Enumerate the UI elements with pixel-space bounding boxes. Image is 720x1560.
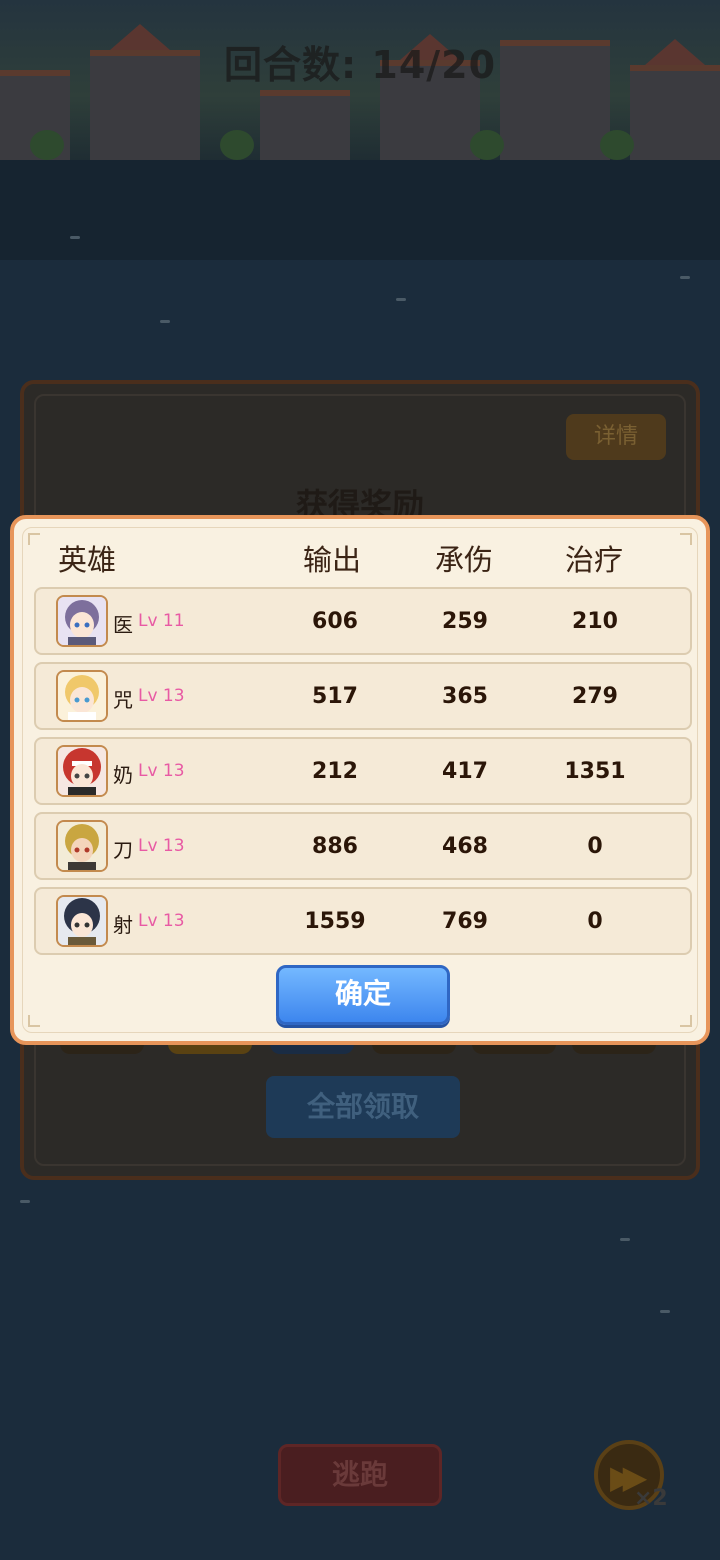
hero-level: Lv 13 xyxy=(138,761,185,781)
hero-healing: 279 xyxy=(572,684,618,709)
hero-avatar xyxy=(56,745,108,797)
hero-avatar xyxy=(56,595,108,647)
hero-damage: 606 xyxy=(312,609,358,634)
hero-level: Lv 13 xyxy=(138,911,185,931)
hero-healing: 0 xyxy=(587,834,603,859)
header-damage: 输出 xyxy=(303,543,362,577)
battle-stats-dialog: 英雄 输出 承伤 治疗 医 Lv 11 606 259 210 咒 Lv 13 … xyxy=(10,515,710,1045)
hero-damage: 886 xyxy=(312,834,358,859)
hero-avatar xyxy=(56,895,108,947)
hero-level: Lv 13 xyxy=(138,686,185,706)
hero-damage-taken: 769 xyxy=(442,909,488,934)
hero-damage: 212 xyxy=(312,759,358,784)
hero-stat-row: 医 Lv 11 606 259 210 xyxy=(34,587,692,655)
hero-name: 医 xyxy=(113,613,133,637)
speed-multiplier-label: ×2 xyxy=(634,1486,668,1511)
ground-shadow xyxy=(0,160,720,260)
hero-damage-taken: 417 xyxy=(442,759,488,784)
claim-all-button[interactable]: 全部领取 xyxy=(266,1076,460,1138)
details-button[interactable]: 详情 xyxy=(566,414,666,460)
hero-damage: 1559 xyxy=(304,909,366,934)
hero-healing: 1351 xyxy=(564,759,626,784)
hero-damage-taken: 468 xyxy=(442,834,488,859)
fast-forward-icon: ▶▶ xyxy=(610,1458,647,1496)
hero-stat-row: 咒 Lv 13 517 365 279 xyxy=(34,662,692,730)
hero-healing: 210 xyxy=(572,609,618,634)
hero-name: 奶 xyxy=(113,763,133,787)
round-counter: 回合数: 14/20 xyxy=(223,43,497,87)
header-healing: 治疗 xyxy=(565,543,624,577)
flee-button[interactable]: 逃跑 xyxy=(278,1444,442,1506)
hero-damage-taken: 259 xyxy=(442,609,488,634)
hero-name: 刀 xyxy=(113,838,133,862)
hero-level: Lv 11 xyxy=(138,611,185,631)
hero-stat-row: 奶 Lv 13 212 417 1351 xyxy=(34,737,692,805)
hero-damage-taken: 365 xyxy=(442,684,488,709)
hero-name: 咒 xyxy=(113,688,133,712)
hero-stat-row: 射 Lv 13 1559 769 0 xyxy=(34,887,692,955)
hero-name: 射 xyxy=(113,913,133,937)
hero-avatar xyxy=(56,820,108,872)
hero-healing: 0 xyxy=(587,909,603,934)
hero-damage: 517 xyxy=(312,684,358,709)
confirm-button[interactable]: 确定 xyxy=(276,965,450,1025)
header-hero: 英雄 xyxy=(58,543,117,577)
header-damage-taken: 承伤 xyxy=(435,543,494,577)
hero-avatar xyxy=(56,670,108,722)
hero-level: Lv 13 xyxy=(138,836,185,856)
hero-stat-row: 刀 Lv 13 886 468 0 xyxy=(34,812,692,880)
stats-header-row: 英雄 输出 承伤 治疗 xyxy=(14,537,706,577)
